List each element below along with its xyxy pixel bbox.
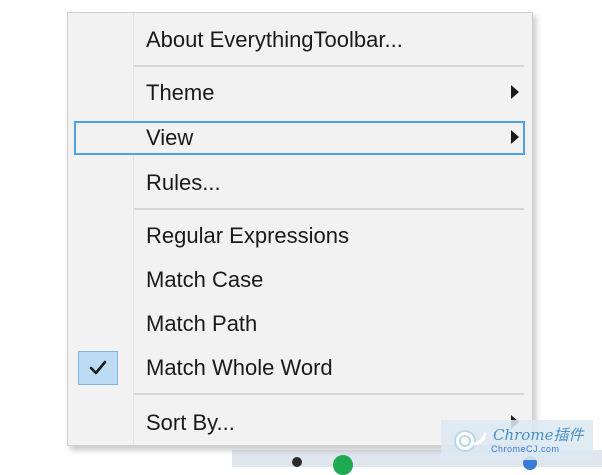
- watermark-title: Chrome插件: [493, 426, 584, 444]
- menu-separator: [134, 65, 524, 67]
- menu-item-match-case[interactable]: Match Case: [74, 263, 525, 297]
- menu-item-regular-expressions[interactable]: Regular Expressions: [74, 219, 525, 253]
- menu-item-match-whole-word[interactable]: Match Whole Word: [74, 351, 525, 385]
- menu-item-label: Regular Expressions: [146, 223, 349, 248]
- watermark-logo: Chrome插件 ChromeCJ.com: [441, 420, 593, 460]
- menu-separator: [134, 208, 524, 210]
- snail-logo-icon: [454, 430, 487, 452]
- menu-item-match-path[interactable]: Match Path: [74, 307, 525, 341]
- checkmark-icon: [89, 360, 107, 375]
- menu-item-label: About EverythingToolbar...: [146, 27, 403, 52]
- menu-item-label: Sort By...: [146, 410, 235, 435]
- menu-item-theme[interactable]: Theme: [74, 76, 525, 110]
- menu-item-label: Rules...: [146, 170, 221, 195]
- taskbar-app-icon[interactable]: [333, 455, 353, 475]
- watermark-subtitle: ChromeCJ.com: [491, 444, 560, 454]
- menu-separator: [134, 393, 524, 395]
- context-menu: About EverythingToolbar... Theme View Ru…: [67, 12, 533, 446]
- checkmark-indicator: [78, 351, 118, 385]
- menu-item-label: View: [146, 125, 194, 150]
- menu-item-view[interactable]: View: [74, 121, 525, 155]
- menu-item-label: Theme: [146, 80, 215, 105]
- menu-item-rules[interactable]: Rules...: [74, 166, 525, 200]
- submenu-arrow-icon: [511, 130, 519, 144]
- taskbar-icon[interactable]: [292, 457, 302, 467]
- menu-item-label: Match Case: [146, 267, 264, 292]
- menu-item-label: Match Path: [146, 311, 258, 336]
- menu-item-about[interactable]: About EverythingToolbar...: [74, 23, 525, 57]
- menu-item-label: Match Whole Word: [146, 355, 333, 380]
- submenu-arrow-icon: [511, 85, 519, 99]
